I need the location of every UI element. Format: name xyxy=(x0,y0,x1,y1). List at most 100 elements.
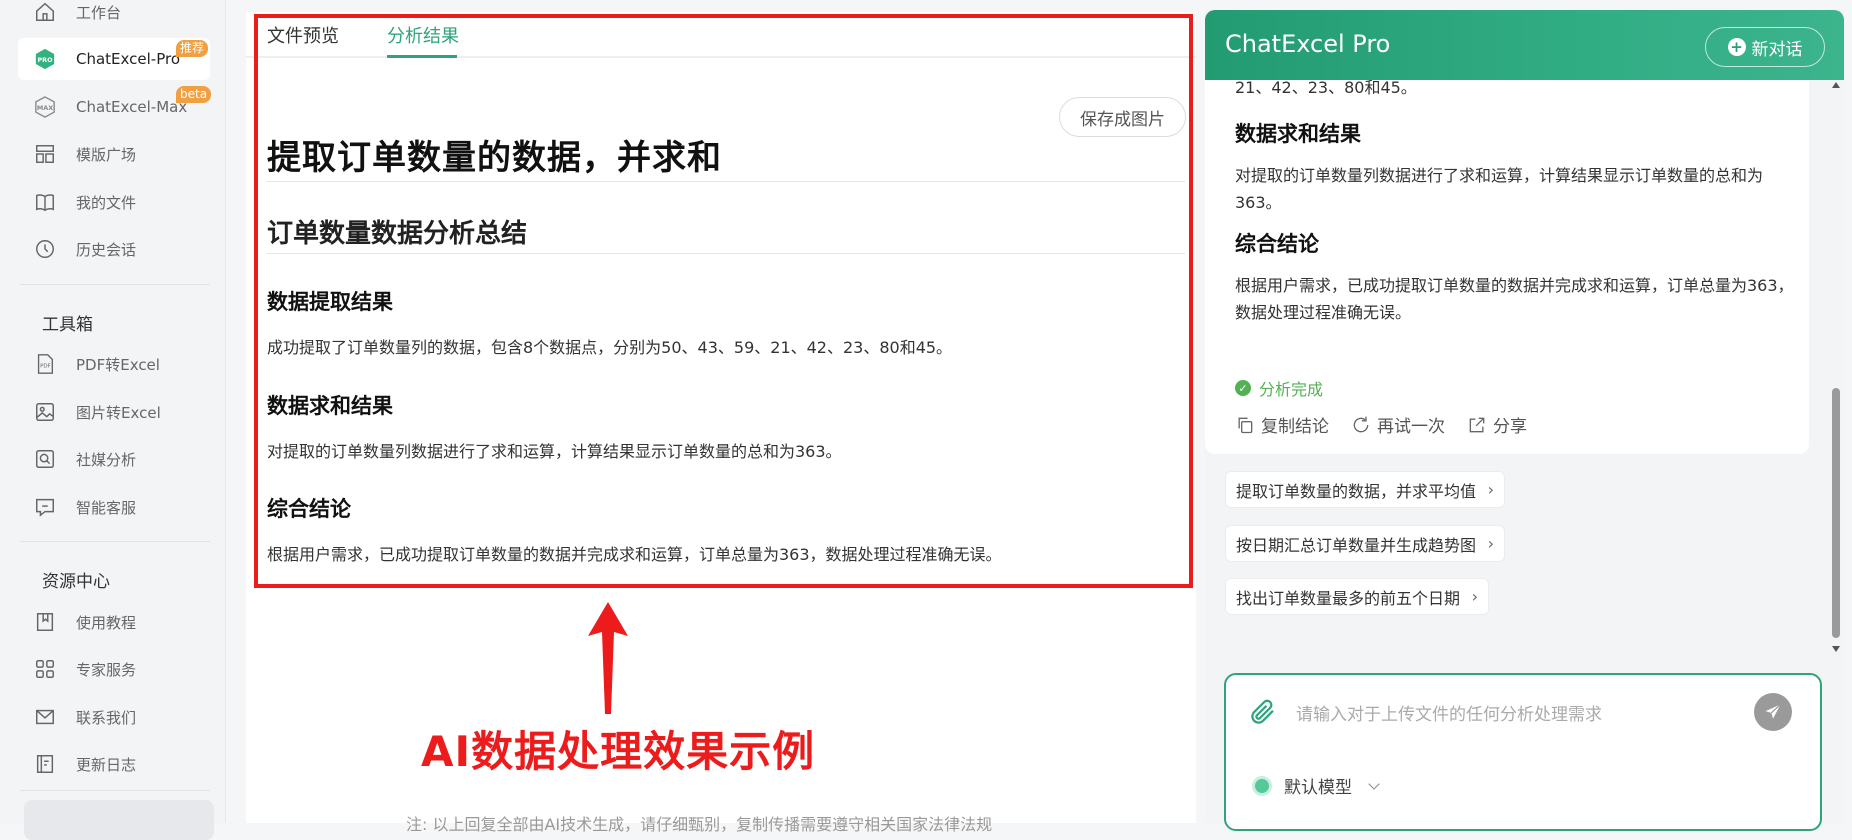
sidebar-item-expert-service[interactable]: 专家服务 xyxy=(18,648,210,690)
scrollbar-thumb[interactable] xyxy=(1832,388,1840,638)
sidebar-item-templates[interactable]: 模版广场 xyxy=(18,133,210,175)
pro-logo-icon: PRO xyxy=(34,48,56,70)
suggestion-chip[interactable]: 找出订单数量最多的前五个日期 › xyxy=(1225,578,1490,615)
main-panel: 文件预览 分析结果 保存成图片 提取订单数量的数据，并求和 订单数量数据分析总结… xyxy=(246,12,1196,834)
sidebar-item-my-files[interactable]: 我的文件 xyxy=(18,181,210,223)
send-button[interactable] xyxy=(1754,693,1792,731)
chat-input[interactable] xyxy=(1294,700,1734,730)
sidebar: 工作台 PRO ChatExcel-Pro 推荐 MAX ChatExcel-M… xyxy=(0,0,226,840)
chevron-right-icon: › xyxy=(1471,587,1479,606)
bookmark-book-icon xyxy=(34,611,56,633)
sidebar-item-label: 历史会话 xyxy=(76,240,137,259)
ai-disclaimer: 注: 以上回复全部由AI技术生成，请仔细甄别，复制传播需要遵守相关国家法律法规 xyxy=(406,815,993,834)
sidebar-item-social-analysis[interactable]: 社媒分析 xyxy=(18,438,210,480)
up-arrow-icon xyxy=(588,602,628,714)
title-divider xyxy=(267,181,1185,182)
section-heading: 数据提取结果 xyxy=(267,290,393,314)
max-logo-icon: MAX xyxy=(34,96,56,118)
sidebar-item-smart-service[interactable]: 智能客服 xyxy=(18,486,210,528)
sidebar-item-contact-us[interactable]: 联系我们 xyxy=(18,696,210,738)
report-subtitle: 订单数量数据分析总结 xyxy=(267,219,528,249)
chat-bubble-icon xyxy=(34,496,56,518)
sidebar-item-label: PDF转Excel xyxy=(76,355,160,374)
sidebar-item-label: ChatExcel-Pro xyxy=(76,50,180,68)
image-icon xyxy=(34,401,56,423)
active-tab-indicator xyxy=(387,55,457,58)
send-icon xyxy=(1765,704,1781,719)
sidebar-item-label: 我的文件 xyxy=(76,193,137,212)
sidebar-item-workbench[interactable]: 工作台 xyxy=(18,0,210,33)
beta-badge: beta xyxy=(176,86,212,103)
tab-bar: 文件预览 分析结果 xyxy=(246,12,1196,58)
chevron-down-icon xyxy=(1368,777,1380,790)
recommend-badge: 推荐 xyxy=(176,40,209,57)
check-circle-icon: ✓ xyxy=(1235,380,1251,396)
status-text: 分析完成 xyxy=(1259,380,1324,399)
sidebar-item-label: 工作台 xyxy=(76,3,122,22)
sidebar-item-changelog[interactable]: 更新日志 xyxy=(18,743,210,785)
suggestion-text: 按日期汇总订单数量并生成趋势图 xyxy=(1236,535,1477,555)
share-button[interactable]: 分享 xyxy=(1467,412,1527,437)
message-text: 21、42、23、80和45。 xyxy=(1235,80,1417,97)
retry-button[interactable]: 再试一次 xyxy=(1351,412,1445,437)
message-heading: 数据求和结果 xyxy=(1235,122,1361,146)
suggestion-chip[interactable]: 提取订单数量的数据，并求平均值 › xyxy=(1225,471,1506,508)
scroll-down-arrow-icon[interactable] xyxy=(1832,646,1840,652)
pdf-file-icon: PDF xyxy=(34,353,56,375)
message-text: 根据用户需求，已成功提取订单数量的数据并完成求和运算，订单总量为363，数据处理… xyxy=(1235,276,1794,322)
sidebar-divider xyxy=(20,284,210,285)
chat-scrollbar[interactable] xyxy=(1829,80,1843,654)
copy-icon xyxy=(1238,417,1253,433)
chat-panel: ChatExcel Pro + 新对话 21、42、23、80和45。 数据求和… xyxy=(1205,10,1844,831)
share-icon xyxy=(1469,417,1485,432)
sidebar-item-label: 联系我们 xyxy=(76,708,137,727)
search-square-icon xyxy=(34,448,56,470)
subtitle-divider xyxy=(267,253,1185,254)
refresh-icon xyxy=(1353,416,1369,432)
chat-title: ChatExcel Pro xyxy=(1225,30,1391,58)
model-status-dot xyxy=(1252,775,1272,796)
sidebar-item-image-to-excel[interactable]: 图片转Excel xyxy=(18,391,210,433)
suggestion-chip[interactable]: 按日期汇总订单数量并生成趋势图 › xyxy=(1225,525,1506,562)
tab-file-preview[interactable]: 文件预览 xyxy=(267,22,339,48)
action-label: 复制结论 xyxy=(1261,417,1329,437)
sidebar-divider xyxy=(20,541,210,542)
assistant-message: 21、42、23、80和45。 数据求和结果 对提取的订单数量列数据进行了求和运… xyxy=(1205,80,1809,454)
analysis-status: ✓ 分析完成 xyxy=(1235,376,1323,400)
message-actions: 复制结论 再试一次 分享 xyxy=(1235,412,1549,437)
tab-analysis-result[interactable]: 分析结果 xyxy=(387,22,459,48)
section-text: 根据用户需求，已成功提取订单数量的数据并完成求和运算，订单总量为363，数据处理… xyxy=(267,545,1002,564)
sidebar-item-chatexcel-pro[interactable]: PRO ChatExcel-Pro 推荐 xyxy=(18,38,210,80)
plus-icon: + xyxy=(1727,38,1746,56)
model-label: 默认模型 xyxy=(1284,778,1352,798)
clock-icon xyxy=(34,238,56,260)
chat-header: ChatExcel Pro + 新对话 xyxy=(1205,10,1844,80)
sidebar-item-label: 智能客服 xyxy=(76,498,137,517)
attachment-icon[interactable] xyxy=(1248,697,1278,727)
section-text: 成功提取了订单数量列的数据，包含8个数据点，分别为50、43、59、21、42、… xyxy=(267,338,953,357)
scroll-up-arrow-icon[interactable] xyxy=(1832,82,1840,88)
sidebar-item-tutorial[interactable]: 使用教程 xyxy=(18,601,210,643)
toolbox-section-title: 工具箱 xyxy=(42,315,93,335)
new-chat-button[interactable]: + 新对话 xyxy=(1705,27,1825,67)
sidebar-item-chatexcel-max[interactable]: MAX ChatExcel-Max beta xyxy=(18,86,212,128)
sidebar-item-label: 更新日志 xyxy=(76,755,137,774)
new-chat-label: 新对话 xyxy=(1751,39,1803,60)
template-grid-icon xyxy=(34,143,56,165)
report-title: 提取订单数量的数据，并求和 xyxy=(267,138,722,178)
highlight-frame xyxy=(254,14,1193,588)
sidebar-item-pdf-to-excel[interactable]: PDF PDF转Excel xyxy=(18,343,210,385)
message-text: 对提取的订单数量列数据进行了求和运算，计算结果显示订单数量的总和为363。 xyxy=(1235,166,1764,212)
annotation-label: AI数据处理效果示例 xyxy=(421,727,816,776)
mail-icon xyxy=(34,706,56,728)
copy-conclusion-button[interactable]: 复制结论 xyxy=(1235,412,1329,437)
sidebar-item-label: 使用教程 xyxy=(76,613,137,632)
model-selector[interactable]: 默认模型 xyxy=(1252,773,1380,798)
sidebar-item-history[interactable]: 历史会话 xyxy=(18,228,210,270)
save-as-image-button[interactable]: 保存成图片 xyxy=(1059,97,1186,137)
section-text: 对提取的订单数量列数据进行了求和运算，计算结果显示订单数量的总和为363。 xyxy=(267,442,842,461)
sidebar-item-label: 社媒分析 xyxy=(76,450,137,469)
sidebar-account-card[interactable] xyxy=(24,800,214,840)
resources-section-title: 资源中心 xyxy=(42,572,110,592)
sidebar-item-label: 模版广场 xyxy=(76,145,137,164)
